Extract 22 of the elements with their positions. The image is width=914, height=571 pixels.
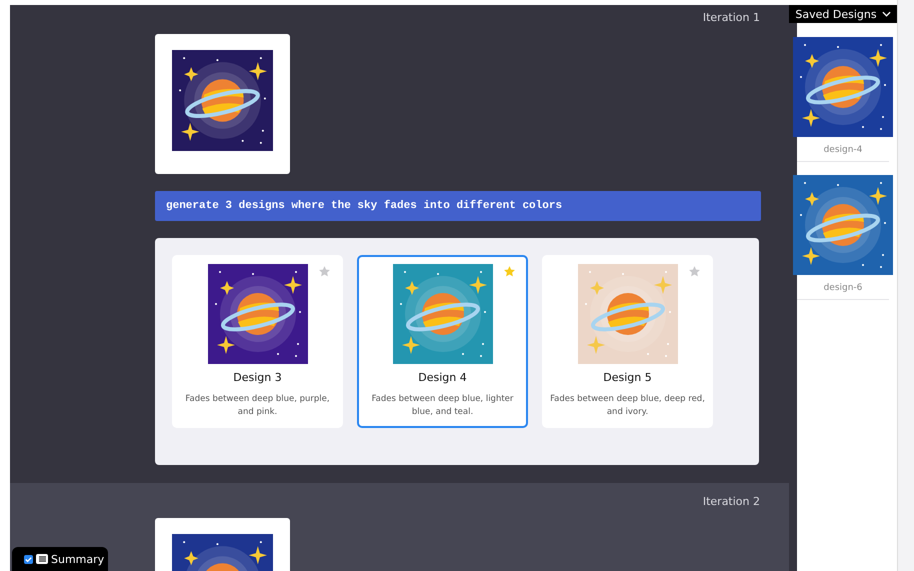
summary-toggle[interactable]: Summary — [12, 547, 108, 571]
design-card[interactable]: Design 5 Fades between deep blue, deep red, and ivory. — [542, 255, 713, 428]
saved-design-label: design-4 — [824, 145, 862, 155]
prompt-text: generate 3 designs where the sky fades into different colors — [155, 191, 761, 221]
design-title: Design 3 — [233, 371, 282, 384]
checkbox[interactable] — [24, 554, 33, 564]
design-card[interactable]: Design 4 Fades between deep blue, lighter blue, and teal. — [357, 255, 528, 428]
design-title: Design 5 — [603, 371, 652, 384]
design-description: Fades between deep blue, deep red, and ivory. — [549, 393, 706, 420]
design-description: Fades between deep blue, lighter blue, and teal. — [370, 393, 514, 420]
design-title: Design 4 — [418, 371, 467, 384]
design-card[interactable]: Design 3 Fades between deep blue, purple, and pink. — [172, 255, 343, 428]
iteration-label: Iteration 2 — [702, 495, 760, 508]
chevron-down-icon — [882, 11, 891, 17]
list-icon — [36, 554, 48, 564]
saved-design-label: design-6 — [824, 283, 862, 293]
iteration-label: Iteration 1 — [702, 11, 760, 24]
saved-designs-dropdown[interactable]: Saved Designs — [789, 5, 897, 23]
design-description: Fades between deep blue, purple, and pink. — [184, 393, 331, 420]
star-icon[interactable] — [503, 265, 516, 278]
star-icon[interactable] — [318, 265, 331, 278]
star-icon[interactable] — [688, 265, 701, 278]
